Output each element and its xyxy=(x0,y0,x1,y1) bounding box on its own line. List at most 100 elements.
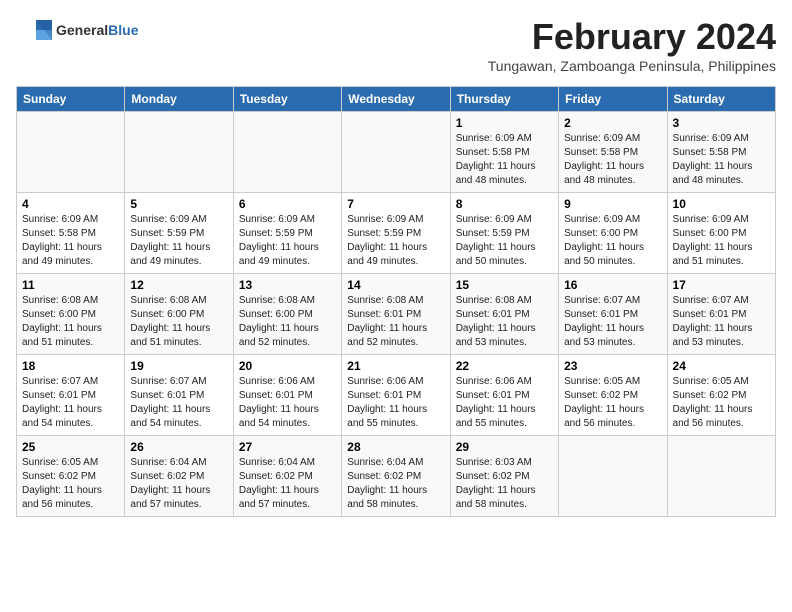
column-header-tuesday: Tuesday xyxy=(233,87,341,112)
day-cell: 12 Sunrise: 6:08 AM Sunset: 6:00 PM Dayli… xyxy=(125,274,233,355)
day-info: Sunrise: 6:03 AM Sunset: 6:02 PM Dayligh… xyxy=(456,456,553,512)
day-number: 9 xyxy=(564,197,661,211)
day-info: Sunrise: 6:06 AM Sunset: 6:01 PM Dayligh… xyxy=(347,375,444,431)
day-number: 22 xyxy=(456,359,553,373)
day-number: 3 xyxy=(673,116,770,130)
day-number: 24 xyxy=(673,359,770,373)
header-row: SundayMondayTuesdayWednesdayThursdayFrid… xyxy=(17,87,776,112)
day-number: 29 xyxy=(456,440,553,454)
day-info: Sunrise: 6:08 AM Sunset: 6:00 PM Dayligh… xyxy=(130,294,227,350)
day-cell: 19 Sunrise: 6:07 AM Sunset: 6:01 PM Dayli… xyxy=(125,355,233,436)
day-cell: 4Sunrise: 6:09 AM Sunset: 5:58 PM Daylig… xyxy=(17,193,125,274)
column-header-saturday: Saturday xyxy=(667,87,775,112)
day-info: Sunrise: 6:09 AM Sunset: 5:59 PM Dayligh… xyxy=(456,213,553,269)
day-number: 23 xyxy=(564,359,661,373)
day-number: 27 xyxy=(239,440,336,454)
day-number: 19 xyxy=(130,359,227,373)
logo-text: GeneralBlue xyxy=(56,22,138,38)
day-cell: 25 Sunrise: 6:05 AM Sunset: 6:02 PM Dayli… xyxy=(17,436,125,517)
day-cell: 2Sunrise: 6:09 AM Sunset: 5:58 PM Daylig… xyxy=(559,112,667,193)
day-number: 5 xyxy=(130,197,227,211)
day-number: 26 xyxy=(130,440,227,454)
column-header-monday: Monday xyxy=(125,87,233,112)
week-row-2: 4Sunrise: 6:09 AM Sunset: 5:58 PM Daylig… xyxy=(17,193,776,274)
day-info: Sunrise: 6:06 AM Sunset: 6:01 PM Dayligh… xyxy=(239,375,336,431)
day-cell: 10Sunrise: 6:09 AM Sunset: 6:00 PM Dayli… xyxy=(667,193,775,274)
day-info: Sunrise: 6:05 AM Sunset: 6:02 PM Dayligh… xyxy=(22,456,119,512)
day-info: Sunrise: 6:04 AM Sunset: 6:02 PM Dayligh… xyxy=(239,456,336,512)
day-number: 11 xyxy=(22,278,119,292)
day-info: Sunrise: 6:08 AM Sunset: 6:01 PM Dayligh… xyxy=(456,294,553,350)
day-number: 16 xyxy=(564,278,661,292)
day-info: Sunrise: 6:05 AM Sunset: 6:02 PM Dayligh… xyxy=(673,375,770,431)
day-number: 17 xyxy=(673,278,770,292)
day-cell xyxy=(233,112,341,193)
day-cell: 17 Sunrise: 6:07 AM Sunset: 6:01 PM Dayli… xyxy=(667,274,775,355)
day-info: Sunrise: 6:09 AM Sunset: 5:58 PM Dayligh… xyxy=(673,132,770,188)
day-info: Sunrise: 6:09 AM Sunset: 5:58 PM Dayligh… xyxy=(22,213,119,269)
day-cell xyxy=(17,112,125,193)
month-title: February 2024 xyxy=(488,16,776,58)
day-number: 25 xyxy=(22,440,119,454)
day-cell: 6 Sunrise: 6:09 AM Sunset: 5:59 PM Daylig… xyxy=(233,193,341,274)
day-info: Sunrise: 6:07 AM Sunset: 6:01 PM Dayligh… xyxy=(130,375,227,431)
day-number: 20 xyxy=(239,359,336,373)
day-cell xyxy=(667,436,775,517)
day-cell: 9 Sunrise: 6:09 AM Sunset: 6:00 PM Daylig… xyxy=(559,193,667,274)
column-header-wednesday: Wednesday xyxy=(342,87,450,112)
day-info: Sunrise: 6:09 AM Sunset: 5:59 PM Dayligh… xyxy=(130,213,227,269)
title-block: February 2024 Tungawan, Zamboanga Penins… xyxy=(488,16,776,82)
day-info: Sunrise: 6:09 AM Sunset: 5:59 PM Dayligh… xyxy=(347,213,444,269)
day-info: Sunrise: 6:09 AM Sunset: 5:59 PM Dayligh… xyxy=(239,213,336,269)
day-number: 21 xyxy=(347,359,444,373)
day-number: 10 xyxy=(673,197,770,211)
day-cell xyxy=(125,112,233,193)
day-number: 13 xyxy=(239,278,336,292)
day-cell: 14Sunrise: 6:08 AM Sunset: 6:01 PM Dayli… xyxy=(342,274,450,355)
day-info: Sunrise: 6:05 AM Sunset: 6:02 PM Dayligh… xyxy=(564,375,661,431)
day-cell: 20 Sunrise: 6:06 AM Sunset: 6:01 PM Dayli… xyxy=(233,355,341,436)
day-info: Sunrise: 6:04 AM Sunset: 6:02 PM Dayligh… xyxy=(347,456,444,512)
day-number: 8 xyxy=(456,197,553,211)
logo-blue: Blue xyxy=(108,22,138,38)
week-row-4: 18 Sunrise: 6:07 AM Sunset: 6:01 PM Dayli… xyxy=(17,355,776,436)
day-number: 18 xyxy=(22,359,119,373)
day-info: Sunrise: 6:09 AM Sunset: 6:00 PM Dayligh… xyxy=(564,213,661,269)
day-info: Sunrise: 6:04 AM Sunset: 6:02 PM Dayligh… xyxy=(130,456,227,512)
day-cell: 13 Sunrise: 6:08 AM Sunset: 6:00 PM Dayli… xyxy=(233,274,341,355)
day-cell: 16 Sunrise: 6:07 AM Sunset: 6:01 PM Dayli… xyxy=(559,274,667,355)
column-header-friday: Friday xyxy=(559,87,667,112)
day-cell: 22 Sunrise: 6:06 AM Sunset: 6:01 PM Dayli… xyxy=(450,355,558,436)
page-header: GeneralBlue February 2024 Tungawan, Zamb… xyxy=(16,16,776,82)
day-cell xyxy=(342,112,450,193)
day-number: 1 xyxy=(456,116,553,130)
day-info: Sunrise: 6:07 AM Sunset: 6:01 PM Dayligh… xyxy=(564,294,661,350)
day-number: 6 xyxy=(239,197,336,211)
day-cell: 28 Sunrise: 6:04 AM Sunset: 6:02 PM Dayli… xyxy=(342,436,450,517)
week-row-5: 25 Sunrise: 6:05 AM Sunset: 6:02 PM Dayli… xyxy=(17,436,776,517)
logo: GeneralBlue xyxy=(16,16,138,44)
day-number: 15 xyxy=(456,278,553,292)
day-info: Sunrise: 6:07 AM Sunset: 6:01 PM Dayligh… xyxy=(673,294,770,350)
day-number: 12 xyxy=(130,278,227,292)
day-info: Sunrise: 6:06 AM Sunset: 6:01 PM Dayligh… xyxy=(456,375,553,431)
day-cell: 11Sunrise: 6:08 AM Sunset: 6:00 PM Dayli… xyxy=(17,274,125,355)
subtitle: Tungawan, Zamboanga Peninsula, Philippin… xyxy=(488,58,776,74)
day-info: Sunrise: 6:08 AM Sunset: 6:01 PM Dayligh… xyxy=(347,294,444,350)
day-info: Sunrise: 6:09 AM Sunset: 5:58 PM Dayligh… xyxy=(456,132,553,188)
day-number: 28 xyxy=(347,440,444,454)
column-header-thursday: Thursday xyxy=(450,87,558,112)
week-row-1: 1 Sunrise: 6:09 AM Sunset: 5:58 PM Daylig… xyxy=(17,112,776,193)
day-info: Sunrise: 6:08 AM Sunset: 6:00 PM Dayligh… xyxy=(239,294,336,350)
day-number: 7 xyxy=(347,197,444,211)
day-cell: 3 Sunrise: 6:09 AM Sunset: 5:58 PM Daylig… xyxy=(667,112,775,193)
day-cell: 5 Sunrise: 6:09 AM Sunset: 5:59 PM Daylig… xyxy=(125,193,233,274)
day-number: 2 xyxy=(564,116,661,130)
day-cell: 26 Sunrise: 6:04 AM Sunset: 6:02 PM Dayli… xyxy=(125,436,233,517)
day-info: Sunrise: 6:07 AM Sunset: 6:01 PM Dayligh… xyxy=(22,375,119,431)
day-cell: 1 Sunrise: 6:09 AM Sunset: 5:58 PM Daylig… xyxy=(450,112,558,193)
day-cell xyxy=(559,436,667,517)
day-cell: 21 Sunrise: 6:06 AM Sunset: 6:01 PM Dayli… xyxy=(342,355,450,436)
day-cell: 24 Sunrise: 6:05 AM Sunset: 6:02 PM Dayli… xyxy=(667,355,775,436)
week-row-3: 11 Sunrise: 6:08 AM Sunset: 6:00 PM Dayli… xyxy=(17,274,776,355)
